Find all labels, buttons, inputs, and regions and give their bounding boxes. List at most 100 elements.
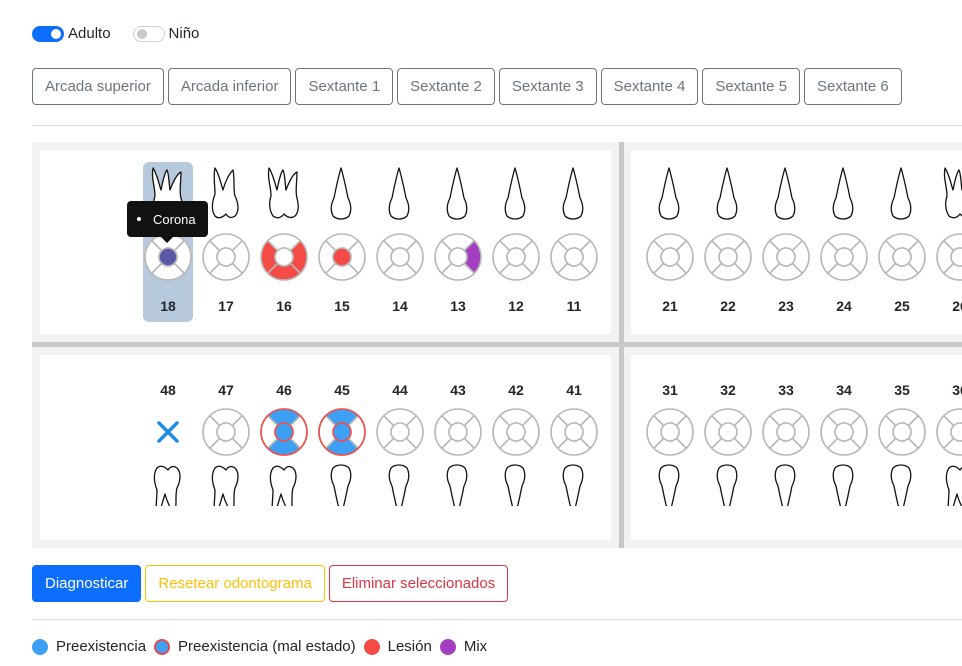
segment-sextant-4-button[interactable]: Sextante 4 (600, 68, 699, 105)
tooth-number: 18 (160, 298, 176, 314)
segment-upper-arch-button[interactable]: Arcada superior (32, 68, 164, 105)
tooth-number: 13 (450, 298, 466, 314)
tooth-25-chart[interactable] (877, 160, 927, 290)
tooth-12-chart[interactable] (491, 160, 541, 290)
tooth-24[interactable]: 24 (819, 160, 869, 314)
tooth-number: 16 (276, 298, 292, 314)
tooth-14-chart[interactable] (375, 160, 425, 290)
legend-label: Preexistencia (56, 638, 147, 655)
legend-swatch-preexistence-bad (154, 638, 171, 655)
tooth-22[interactable]: 22 (703, 160, 753, 314)
tooth-number: 48 (160, 382, 176, 398)
tooth-24-chart[interactable] (819, 160, 869, 290)
tooth-number: 46 (276, 382, 292, 398)
tooth-14[interactable]: 14 (375, 160, 425, 314)
legend-swatch-mix (439, 638, 456, 655)
legend-item: Preexistencia (32, 638, 146, 655)
tooth-25[interactable]: 25 (877, 160, 927, 314)
tooth-number: 32 (720, 382, 736, 398)
tooth-41[interactable]: 41 (549, 376, 599, 517)
tooth-number: 34 (836, 382, 852, 398)
tooth-number: 23 (778, 298, 794, 314)
tooth-number: 22 (720, 298, 736, 314)
tooth-43[interactable]: 43 (433, 376, 483, 517)
tooth-26-chart[interactable] (935, 160, 962, 290)
tooth-number: 31 (662, 382, 678, 398)
tooth-46[interactable]: 46 (259, 376, 309, 517)
tooth-12[interactable]: 12 (491, 160, 541, 314)
legend-label: Preexistencia (mal estado) (178, 638, 356, 655)
legend-item: Mix (439, 638, 488, 655)
tooth-23[interactable]: 23 (761, 160, 811, 314)
tooth-31[interactable]: 31 (645, 376, 695, 517)
tooth-17-chart[interactable] (201, 160, 251, 290)
segment-sextant-2-button[interactable]: Sextante 2 (397, 68, 495, 105)
tooth-16[interactable]: 16 (259, 160, 309, 314)
tooth-number: 35 (894, 382, 910, 398)
segment-sextant-3-button[interactable]: Sextante 3 (498, 68, 597, 105)
action-button-group: Diagnosticar Resetear odontograma Elimin… (32, 565, 512, 602)
tooth-44[interactable]: 44 (375, 376, 425, 517)
tooth-number: 45 (334, 382, 350, 398)
child-label: Niño (168, 25, 200, 42)
tooth-22-chart[interactable] (703, 160, 753, 290)
legend: Preexistencia Preexistencia (mal estado)… (32, 638, 495, 655)
legend-item: Preexistencia (mal estado) (154, 638, 356, 655)
switch-knob (136, 28, 147, 39)
occlusal-divider (32, 342, 962, 347)
tooth-48[interactable]: 48 (143, 376, 193, 517)
segment-lower-arch-button[interactable]: Arcada inferior (167, 68, 292, 105)
dentition-toggle-group: Adulto Niño (32, 25, 221, 42)
tooth-number: 14 (392, 298, 408, 314)
tooth-number: 41 (566, 382, 582, 398)
adult-switch[interactable] (32, 25, 64, 42)
legend-label: Mix (463, 638, 488, 655)
tooltip-bullet (137, 217, 141, 221)
tooth-number: 24 (836, 298, 852, 314)
tooth-32[interactable]: 32 (703, 376, 753, 517)
child-switch[interactable] (132, 25, 165, 42)
tooth-42[interactable]: 42 (491, 376, 541, 517)
legend-label: Lesión (387, 638, 432, 655)
tooth-number: 43 (450, 382, 466, 398)
tooth-26[interactable]: 26 (935, 160, 962, 314)
tooth-number: 11 (566, 298, 582, 314)
tooth-number: 17 (218, 298, 234, 314)
tooth-11[interactable]: 11 (549, 160, 599, 314)
legend-swatch-lesion (363, 638, 380, 655)
tooth-number: 42 (508, 382, 524, 398)
tooth-23-chart[interactable] (761, 160, 811, 290)
segment-sextant-5-button[interactable]: Sextante 5 (702, 68, 801, 105)
segment-button-group: Arcada superior Arcada inferior Sextante… (32, 68, 906, 105)
tooth-45[interactable]: 45 (317, 376, 367, 517)
separator (32, 619, 962, 620)
segment-sextant-1-button[interactable]: Sextante 1 (295, 68, 394, 105)
segment-sextant-6-button[interactable]: Sextante 6 (804, 68, 902, 105)
tooth-15[interactable]: 15 (317, 160, 367, 314)
tooth-21-chart[interactable] (645, 160, 695, 290)
delete-selected-button[interactable]: Eliminar seleccionados (328, 565, 509, 602)
tooth-21[interactable]: 21 (645, 160, 695, 314)
tooth-16-chart[interactable] (259, 160, 309, 290)
tooth-35[interactable]: 35 (877, 376, 927, 517)
tooth-number: 21 (662, 298, 678, 314)
tooth-13-chart[interactable] (433, 160, 483, 290)
tooth-15-chart[interactable] (317, 160, 367, 290)
tooth-47[interactable]: 47 (201, 376, 251, 517)
legend-swatch-preexistence (32, 638, 48, 655)
tooth-number: 44 (392, 382, 408, 398)
tooth-number: 15 (334, 298, 350, 314)
tooth-17[interactable]: 17 (201, 160, 251, 314)
tooth-11-chart[interactable] (549, 160, 599, 290)
tooth-13[interactable]: 13 (433, 160, 483, 314)
switch-knob (51, 28, 61, 39)
tooth-number: 36 (952, 382, 962, 398)
tooth-number: 47 (218, 382, 234, 398)
tooth-number: 25 (894, 298, 910, 314)
tooth-33[interactable]: 33 (761, 376, 811, 517)
tooth-36[interactable]: 36 (935, 376, 962, 517)
tooth-34[interactable]: 34 (819, 376, 869, 517)
tooltip-text: Corona (153, 211, 196, 227)
reset-odontogram-button[interactable]: Resetear odontograma (145, 565, 325, 602)
diagnose-button[interactable]: Diagnosticar (32, 565, 142, 602)
